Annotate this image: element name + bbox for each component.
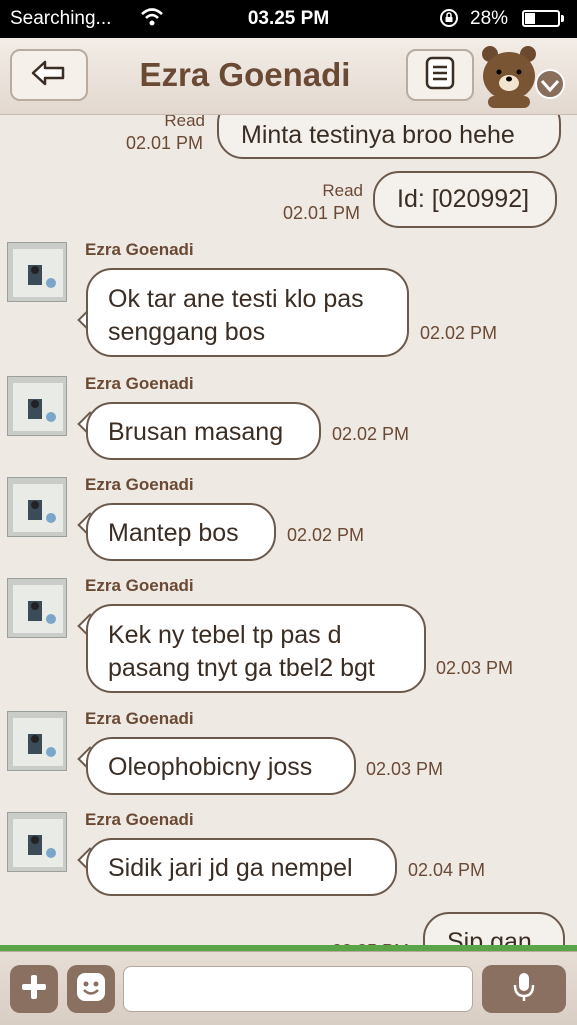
read-receipt: Read (164, 115, 205, 130)
message-text: Minta testinya broo hehe (241, 121, 515, 149)
incoming-message-bubble[interactable]: Kek ny tebel tp pas d pasang tnyt ga tbe… (86, 604, 426, 693)
message-text-line-2: senggang bos (108, 318, 266, 346)
incoming-message-bubble[interactable]: Mantep bos (86, 503, 276, 561)
chat-title: Ezra Goenadi (139, 56, 351, 93)
chat-header: Ezra Goenadi (0, 38, 577, 115)
incoming-message-bubble[interactable]: Ok tar ane testi klo pas senggang bos (86, 268, 409, 357)
message-time: 02.02 PM (287, 525, 365, 545)
composer-bar (0, 951, 577, 1025)
battery-icon (522, 10, 564, 27)
list-menu-icon (425, 56, 455, 95)
emoji-icon (75, 971, 107, 1008)
message-time: 02.03 PM (366, 759, 444, 779)
message-text-line-2: pasang tnyt ga tbel2 bgt (108, 654, 375, 682)
status-bar: Searching... 03.25 PM 28% (0, 0, 577, 38)
sender-name: Ezra Goenadi (85, 374, 194, 393)
message-text-line-1: Ok tar ane testi klo pas (108, 285, 364, 313)
message-text: Oleophobicny joss (108, 753, 313, 781)
plus-icon (19, 972, 49, 1007)
brown-bear-icon (480, 46, 568, 112)
message-text-line-1: Kek ny tebel tp pas d (108, 621, 342, 649)
microphone-icon (512, 971, 536, 1008)
message-time: 02.02 PM (420, 323, 498, 343)
message-text: Id: [020992] (397, 185, 530, 213)
sender-name: Ezra Goenadi (85, 709, 194, 728)
sender-name: Ezra Goenadi (85, 240, 194, 259)
incoming-message-bubble[interactable]: Sidik jari jd ga nempel (86, 838, 397, 896)
sender-name: Ezra Goenadi (85, 576, 194, 595)
avatar[interactable] (7, 578, 67, 638)
back-arrow-icon (29, 58, 69, 93)
emoji-button[interactable] (67, 965, 115, 1013)
message-text: Mantep bos (108, 519, 239, 547)
incoming-message-bubble[interactable]: Brusan masang (86, 402, 321, 460)
voice-message-button[interactable] (482, 965, 566, 1013)
incoming-message-bubble[interactable]: Oleophobicny joss (86, 737, 356, 795)
rotation-lock-icon (438, 7, 460, 35)
avatar[interactable] (7, 477, 67, 537)
sender-name: Ezra Goenadi (85, 810, 194, 829)
battery-percent: 28% (470, 8, 509, 29)
message-time: 02.03 PM (436, 658, 514, 678)
avatar[interactable] (7, 711, 67, 771)
attach-button[interactable] (10, 965, 58, 1013)
sender-name: Ezra Goenadi (85, 475, 194, 494)
message-time: 02.01 PM (283, 203, 361, 223)
message-input[interactable] (123, 966, 473, 1012)
message-time: 02.02 PM (332, 424, 410, 444)
message-text: Brusan masang (108, 418, 284, 446)
outgoing-message-bubble[interactable]: Minta testinya broo hehe (217, 115, 561, 159)
sticker-menu-button[interactable] (480, 44, 568, 108)
message-time: 02.04 PM (408, 860, 486, 880)
outgoing-message-bubble[interactable]: Id: [020992] (373, 171, 557, 228)
read-receipt: Read (322, 181, 363, 200)
avatar[interactable] (7, 376, 67, 436)
message-text: Sidik jari jd ga nempel (108, 854, 353, 882)
back-button[interactable] (10, 49, 88, 101)
chat-message-list[interactable]: Read 02.01 PM Minta testinya broo hehe R… (0, 115, 577, 951)
avatar[interactable] (7, 242, 67, 302)
menu-button[interactable] (406, 49, 474, 101)
avatar[interactable] (7, 812, 67, 872)
message-time: 02.01 PM (126, 133, 204, 153)
